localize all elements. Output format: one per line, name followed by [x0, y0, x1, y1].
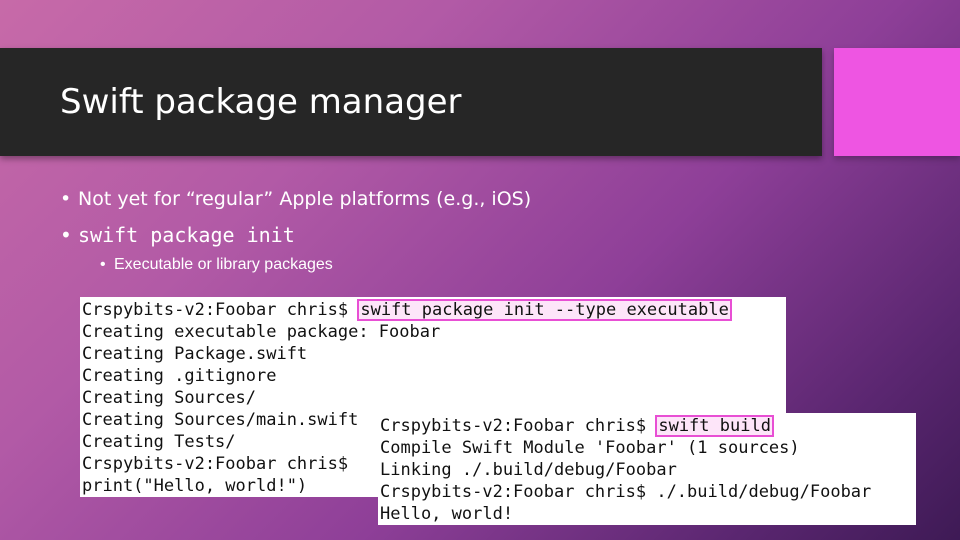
accent-block [834, 48, 960, 156]
terminal-line: Linking ./.build/debug/Foobar [380, 460, 677, 480]
highlighted-command: swift package init --type executable [357, 299, 732, 321]
terminal-prompt: Crspybits-v2:Foobar chris$ [82, 300, 359, 320]
terminal-line: Creating Sources/ [82, 388, 256, 408]
terminal-prompt: Crspybits-v2:Foobar chris$ [380, 416, 657, 436]
bullet-text: Executable or library packages [114, 256, 333, 273]
terminal-line: Creating Package.swift [82, 344, 308, 364]
bullet-text: Not yet for “regular” Apple platforms (e… [78, 188, 532, 210]
bullet-platforms: • Not yet for “regular” Apple platforms (… [60, 188, 531, 210]
bullet-text: swift package init [78, 223, 295, 247]
terminal-line: Hello, world! [380, 504, 514, 524]
terminal-line: Compile Swift Module 'Foobar' (1 sources… [380, 438, 800, 458]
bullet-glyph: • [60, 188, 72, 210]
terminal-line: Crspybits-v2:Foobar chris$ swift package… [82, 299, 786, 321]
bullet-glyph: • [100, 256, 106, 273]
bullet-init-command: • swift package init [60, 223, 295, 247]
terminal-line: Creating .gitignore [82, 366, 277, 386]
highlighted-command: swift build [655, 415, 774, 437]
terminal-line: Creating executable package: Foobar [82, 322, 441, 342]
terminal-screenshot-build: Crspybits-v2:Foobar chris$ swift build C… [378, 413, 916, 525]
terminal-line: Crspybits-v2:Foobar chris$ swift build [380, 415, 916, 437]
terminal-line: Crspybits-v2:Foobar chris$ ./.build/debu… [380, 482, 872, 502]
slide-title: Swift package manager [60, 82, 462, 122]
bullet-glyph: • [60, 223, 72, 247]
sub-bullet-package-types: • Executable or library packages [100, 256, 333, 274]
